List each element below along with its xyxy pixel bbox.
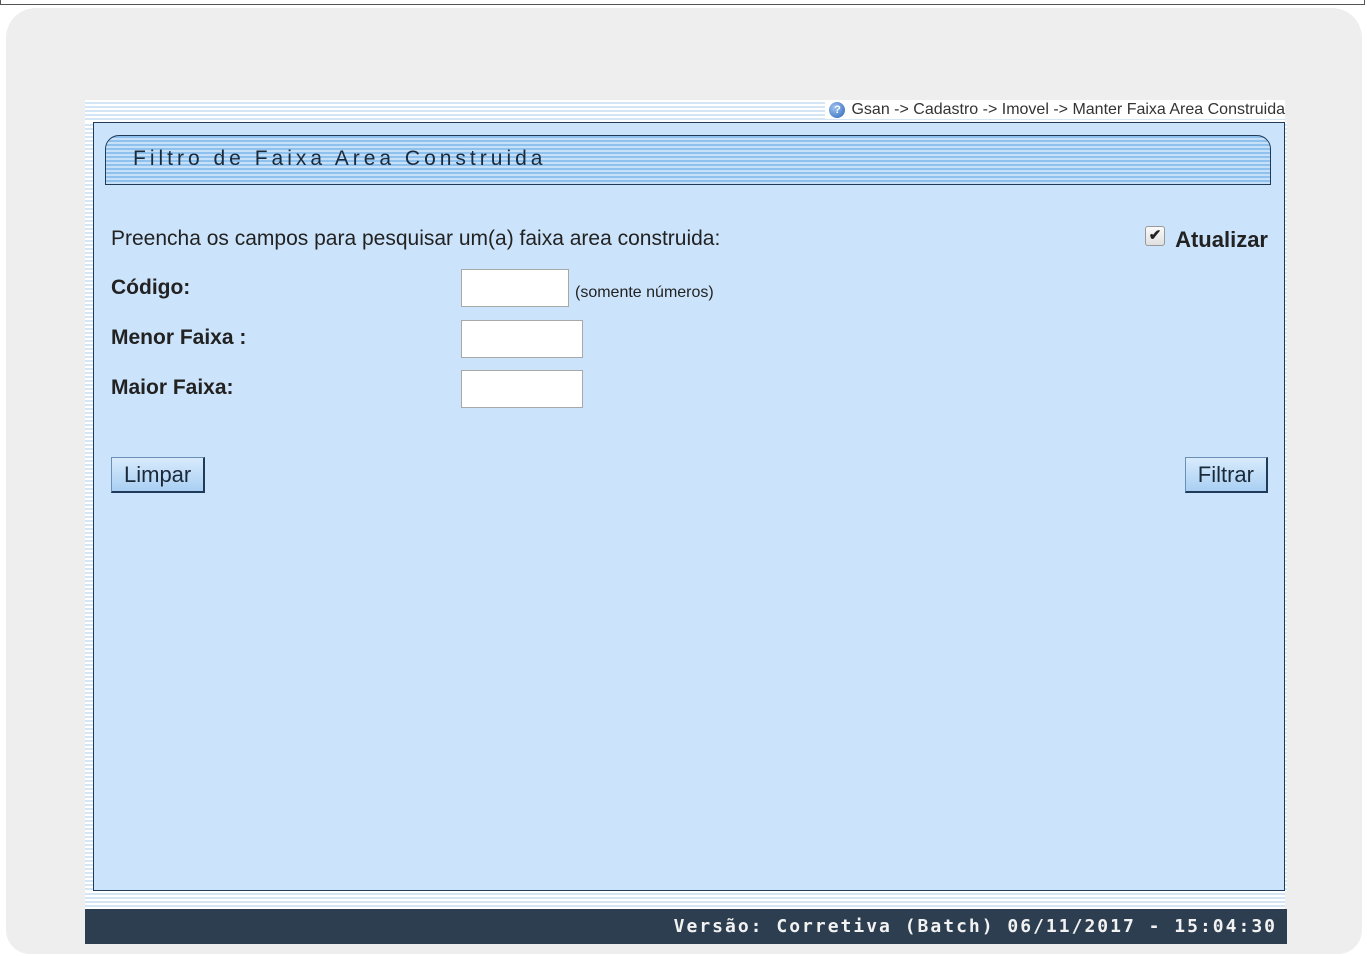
maior-faixa-input[interactable] xyxy=(461,370,583,408)
codigo-input[interactable] xyxy=(461,269,569,307)
atualizar-checkbox[interactable]: ✔ xyxy=(1145,226,1166,246)
filtrar-button[interactable]: Filtrar xyxy=(1184,457,1268,493)
codigo-hint: (somente números) xyxy=(575,284,714,301)
footer-stripe xyxy=(85,891,1285,909)
limpar-button[interactable]: Limpar xyxy=(111,457,206,493)
menor-faixa-input[interactable] xyxy=(461,320,583,358)
filter-form-panel: Filtro de Faixa Area Construida Preencha… xyxy=(93,122,1285,891)
left-stripe xyxy=(85,122,93,891)
form-title: Filtro de Faixa Area Construida xyxy=(133,147,547,170)
form-title-tab: Filtro de Faixa Area Construida xyxy=(105,135,1271,185)
version-footer: Versão: Corretiva (Batch) 06/11/2017 - 1… xyxy=(85,909,1287,944)
breadcrumb-strip: ? Gsan -> Cadastro -> Imovel -> Manter F… xyxy=(85,100,1285,122)
breadcrumb: ? Gsan -> Cadastro -> Imovel -> Manter F… xyxy=(825,101,1285,119)
maior-faixa-label: Maior Faixa: xyxy=(111,376,234,399)
breadcrumb-text: Gsan -> Cadastro -> Imovel -> Manter Fai… xyxy=(851,101,1285,118)
top-frame-border xyxy=(0,0,1365,5)
right-stripe xyxy=(1285,122,1287,891)
form-instruction: Preencha os campos para pesquisar um(a) … xyxy=(111,227,721,250)
atualizar-label: Atualizar xyxy=(1175,227,1268,252)
codigo-label: Código: xyxy=(111,276,191,299)
version-text: Versão: Corretiva (Batch) 06/11/2017 - 1… xyxy=(673,916,1277,937)
atualizar-toggle[interactable]: ✔ Atualizar xyxy=(1145,226,1268,253)
help-icon[interactable]: ? xyxy=(829,102,846,118)
menor-faixa-label: Menor Faixa : xyxy=(111,326,247,349)
